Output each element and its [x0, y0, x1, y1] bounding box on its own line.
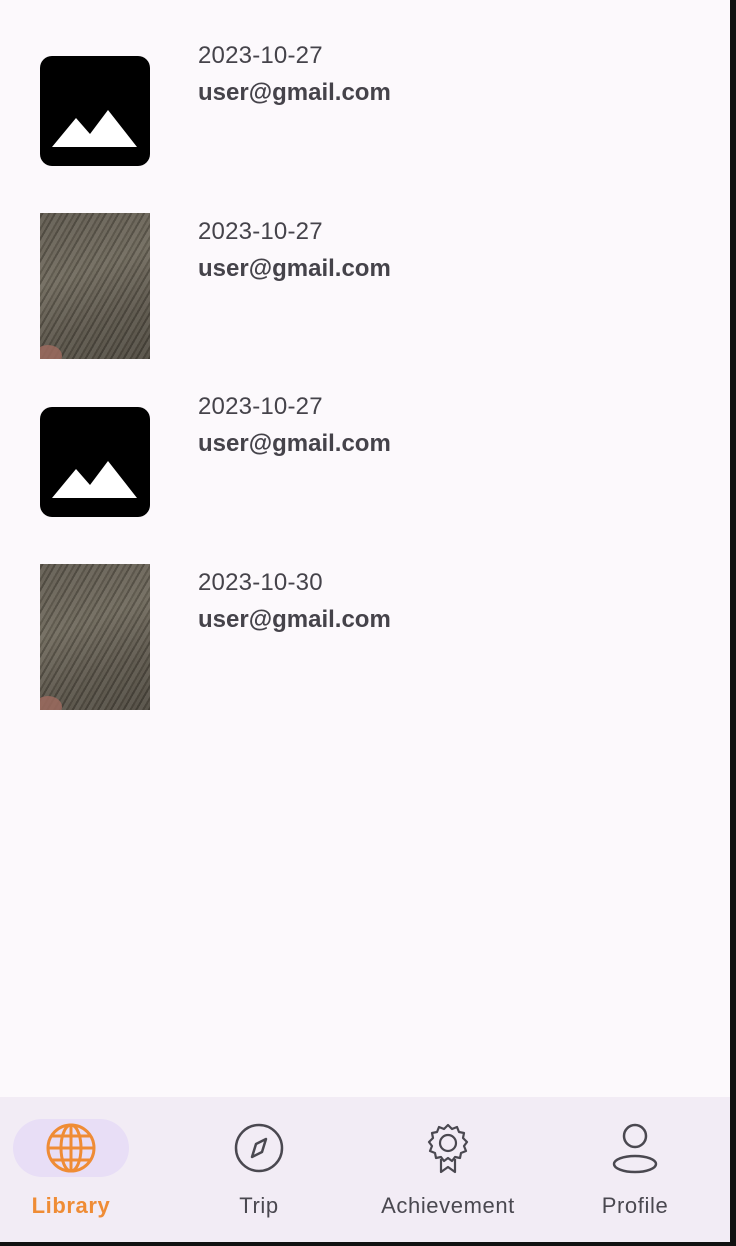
photo-thumbnail	[40, 213, 150, 359]
person-icon	[612, 1123, 658, 1174]
item-email: user@gmail.com	[198, 79, 391, 106]
app-screen: 2023-10-27 user@gmail.com 2023-10-27 use…	[0, 0, 730, 1242]
list-item[interactable]: 2023-10-30 user@gmail.com	[0, 527, 730, 710]
item-email: user@gmail.com	[198, 255, 391, 282]
globe-icon	[46, 1123, 96, 1173]
photo-detail	[40, 696, 62, 710]
nav-item-profile[interactable]: Profile	[564, 1097, 706, 1242]
image-placeholder-icon	[40, 56, 150, 166]
nav-label: Library	[31, 1193, 111, 1218]
item-email: user@gmail.com	[198, 606, 391, 633]
nav-label: Achievement	[381, 1193, 515, 1218]
badge-icon	[427, 1123, 469, 1174]
list-item[interactable]: 2023-10-27 user@gmail.com	[0, 176, 730, 359]
item-date: 2023-10-30	[198, 569, 323, 596]
nav-item-library[interactable]: Library	[0, 1097, 142, 1242]
compass-icon	[234, 1123, 284, 1173]
photo-thumbnail	[40, 564, 150, 710]
item-date: 2023-10-27	[198, 42, 323, 69]
item-date: 2023-10-27	[198, 393, 323, 420]
item-date: 2023-10-27	[198, 218, 323, 245]
item-email: user@gmail.com	[198, 430, 391, 457]
nav-label: Profile	[601, 1193, 669, 1218]
nav-label: Trip	[239, 1193, 279, 1218]
bottom-navigation: Library Trip Achievement Profile	[0, 1097, 730, 1242]
nav-item-achievement[interactable]: Achievement	[366, 1097, 530, 1242]
list-item[interactable]: 2023-10-27 user@gmail.com	[0, 0, 730, 166]
image-placeholder-icon	[40, 407, 150, 517]
list-item[interactable]: 2023-10-27 user@gmail.com	[0, 351, 730, 517]
nav-item-trip[interactable]: Trip	[188, 1097, 330, 1242]
